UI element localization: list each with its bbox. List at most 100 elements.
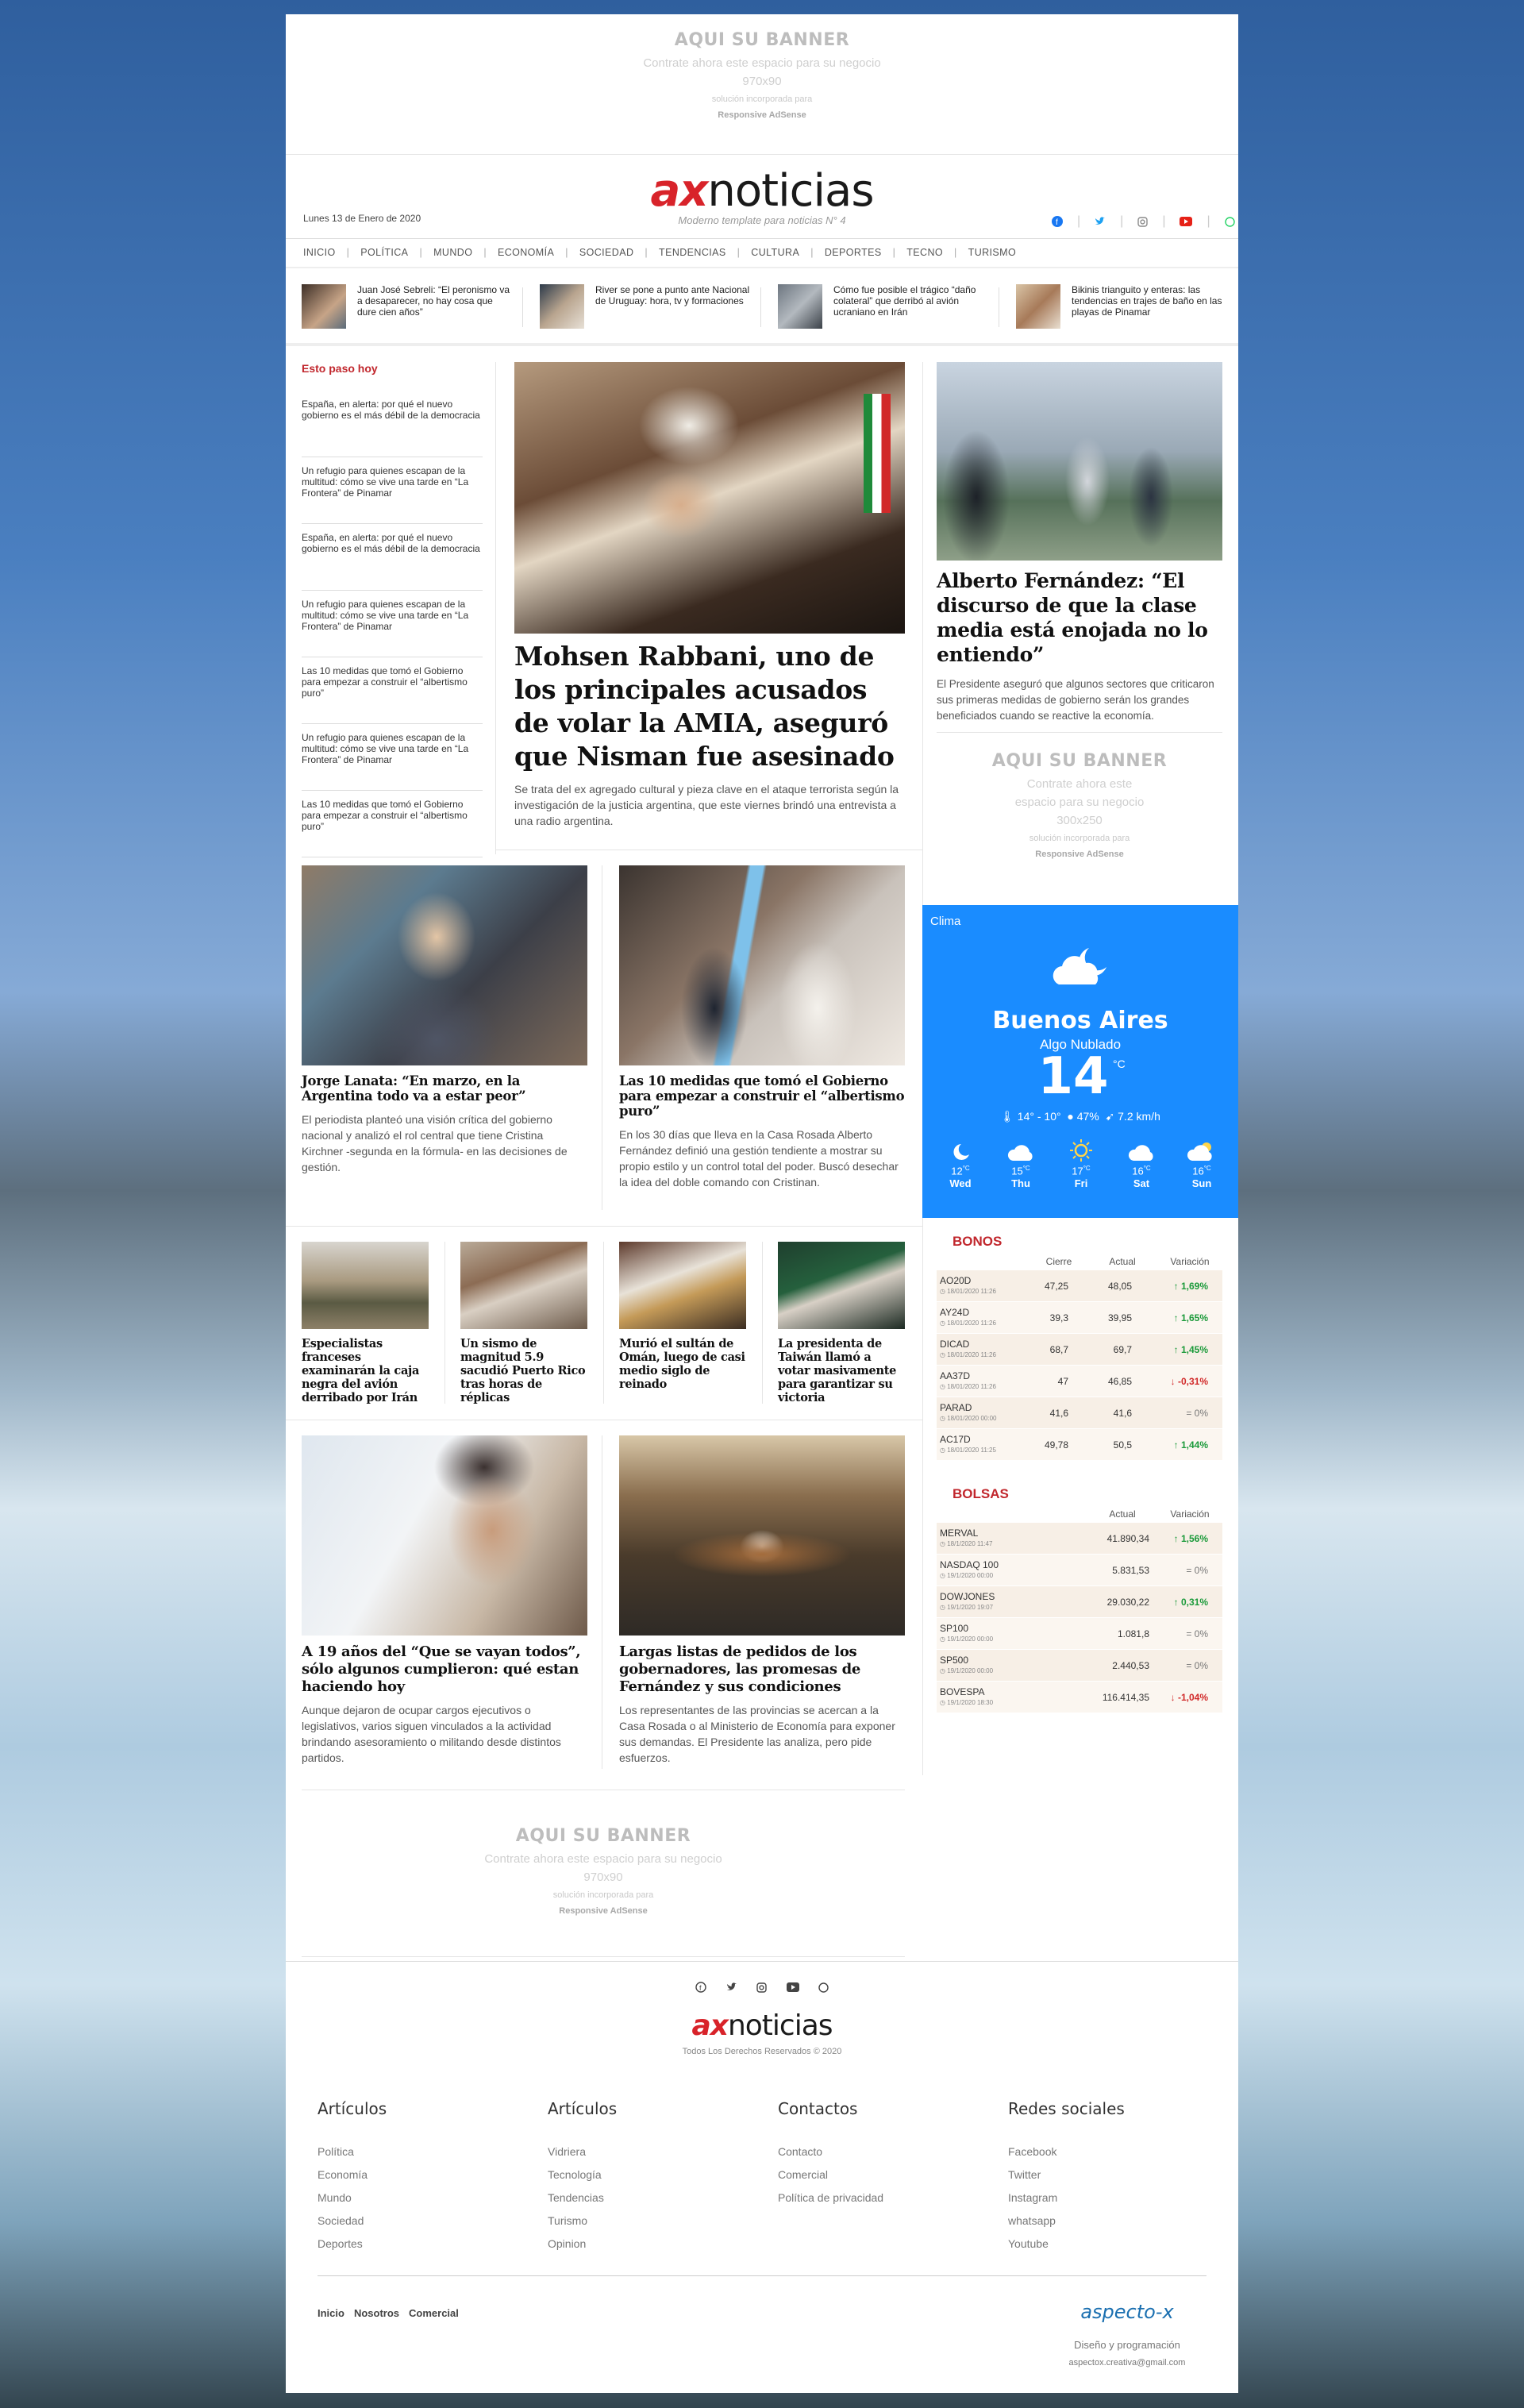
aspecto-x-logo[interactable]: aspecto-x [1048, 2301, 1206, 2323]
bono-row[interactable]: PARAD ◷ 18/01/2020 00:00 41,6 41,6 = 0% [937, 1397, 1222, 1429]
story-card[interactable]: A 19 años del “Que se vayan todos”, sólo… [302, 1421, 587, 1766]
footer-email[interactable]: aspectox.creativa@gmail.com [1048, 2358, 1206, 2368]
youtube-icon[interactable] [786, 1982, 799, 1992]
site-logo[interactable]: axnoticias [643, 165, 881, 218]
footer-link[interactable]: Instagram [1008, 2191, 1057, 2204]
story-title[interactable]: Largas listas de pedidos de los gobernad… [619, 1643, 905, 1696]
footer-link[interactable]: Tendencias [548, 2191, 604, 2204]
nav-item[interactable]: ECONOMÍA [487, 247, 565, 258]
ticker-thumb [302, 284, 346, 329]
story-title[interactable]: Un sismo de magnitud 5.9 sacudió Puerto … [460, 1337, 587, 1404]
footer-link[interactable]: Opinion [548, 2237, 586, 2250]
nav-item[interactable]: CULTURA [740, 247, 810, 258]
story-card[interactable]: Las 10 medidas que tomó el Gobierno para… [619, 865, 905, 1190]
bolsas-table: BOLSAS Actual Variación MERVAL ◷ 18/1/202… [937, 1478, 1222, 1713]
nav-item[interactable]: TURISMO [957, 247, 1027, 258]
footer-link[interactable]: Twitter [1008, 2168, 1041, 2181]
bono-row[interactable]: AO20D ◷ 18/01/2020 11:26 47,25 48,05 ↑ 1,69% [937, 1270, 1222, 1302]
story-title[interactable]: A 19 años del “Que se vayan todos”, sólo… [302, 1643, 587, 1696]
bolsa-row[interactable]: MERVAL ◷ 18/1/2020 11:47 41.890,34 ↑ 1,56% [937, 1523, 1222, 1555]
instagram-icon[interactable] [1137, 216, 1149, 227]
footer-link[interactable]: Vidriera [548, 2145, 586, 2158]
whatsapp-icon[interactable] [1224, 216, 1235, 227]
bono-row[interactable]: AY24D ◷ 18/01/2020 11:26 39,3 39,95 ↑ 1,65% [937, 1302, 1222, 1334]
footer-logo[interactable]: axnoticias [643, 2009, 881, 2044]
sidebar-item[interactable]: España, en alerta: por qué el nuevo gobi… [302, 524, 483, 591]
bono-row[interactable]: DICAD ◷ 18/01/2020 11:26 68,7 69,7 ↑ 1,45% [937, 1334, 1222, 1366]
sidebar-item[interactable]: Un refugio para quienes escapan de la mu… [302, 591, 483, 657]
top-banner[interactable]: AQUI SU BANNER Contrate ahora este espac… [286, 30, 1238, 149]
right-banner[interactable]: AQUI SU BANNER Contrate ahora este espac… [937, 751, 1222, 859]
facebook-icon[interactable]: f [695, 1982, 706, 1993]
story-card[interactable]: Jorge Lanata: “En marzo, en la Argentina… [302, 865, 587, 1175]
story-image [302, 1242, 429, 1329]
footer-link[interactable]: Mundo [318, 2191, 352, 2204]
sidebar-item[interactable]: Un refugio para quienes escapan de la mu… [302, 457, 483, 524]
story-card[interactable]: Largas listas de pedidos de los gobernad… [619, 1421, 905, 1766]
footer-link[interactable]: Sociedad [318, 2214, 364, 2227]
facebook-icon[interactable]: f [1052, 216, 1063, 227]
story-title[interactable]: Murió el sultán de Omán, luego de casi m… [619, 1337, 746, 1391]
sidebar-item[interactable]: Un refugio para quienes escapan de la mu… [302, 724, 483, 791]
nav-item[interactable]: POLÍTICA [349, 247, 419, 258]
bolsa-row[interactable]: DOWJONES ◷ 19/1/2020 19:07 29.030,22 ↑ 0,31… [937, 1586, 1222, 1618]
footer-link[interactable]: whatsapp [1008, 2214, 1056, 2227]
ticker-item[interactable]: River se pone a punto ante Nacional de U… [540, 284, 750, 329]
footer-link[interactable]: Política de privacidad [778, 2191, 883, 2204]
sidebar-item[interactable]: Las 10 medidas que tomó el Gobierno para… [302, 657, 483, 724]
bono-row[interactable]: AC17D ◷ 18/01/2020 11:25 49,78 50,5 ↑ 1,44% [937, 1429, 1222, 1461]
nav-item[interactable]: INICIO [292, 247, 347, 258]
footer-link[interactable]: Contacto [778, 2145, 822, 2158]
twitter-icon[interactable] [726, 1982, 737, 1992]
footer-bottom-link[interactable]: Nosotros [354, 2307, 399, 2319]
sidebar-item[interactable]: España, en alerta: por qué el nuevo gobi… [302, 391, 483, 457]
nav-item[interactable]: TECNO [895, 247, 954, 258]
story-card-small[interactable]: Un sismo de magnitud 5.9 sacudió Puerto … [460, 1226, 587, 1404]
story-card-small[interactable]: Especialistas franceses examinarán la ca… [302, 1226, 429, 1404]
ticker-item[interactable]: Cómo fue posible el trágico “daño colate… [778, 284, 988, 329]
footer-link[interactable]: Política [318, 2145, 354, 2158]
bolsa-actual: 116.414,35 [1102, 1691, 1149, 1703]
ticker-item[interactable]: Bikinis trianguito y enteras: las tenden… [1016, 284, 1226, 329]
footer-bottom-link[interactable]: Comercial [409, 2307, 459, 2319]
story-title[interactable]: La presidenta de Taiwán llamó a votar ma… [778, 1337, 905, 1404]
footer-link[interactable]: Youtube [1008, 2237, 1049, 2250]
ticker-text: Cómo fue posible el trágico “daño colate… [833, 284, 976, 318]
story-card-small[interactable]: La presidenta de Taiwán llamó a votar ma… [778, 1226, 905, 1404]
footer-link[interactable]: Turismo [548, 2214, 587, 2227]
right-story[interactable]: Alberto Fernández: “El discurso de que l… [937, 362, 1222, 724]
header-date: Lunes 13 de Enero de 2020 [303, 213, 421, 224]
story-card-small[interactable]: Murió el sultán de Omán, luego de casi m… [619, 1226, 746, 1391]
bono-row[interactable]: AA37D ◷ 18/01/2020 11:26 47 46,85 ↓ -0,31% [937, 1366, 1222, 1397]
nav-item[interactable]: TENDENCIAS [648, 247, 737, 258]
story-title[interactable]: Jorge Lanata: “En marzo, en la Argentina… [302, 1073, 587, 1104]
bottom-banner[interactable]: AQUI SU BANNER Contrate ahora este espac… [302, 1826, 905, 1916]
right-story-title[interactable]: Alberto Fernández: “El discurso de que l… [937, 568, 1222, 667]
nav-item[interactable]: DEPORTES [814, 247, 893, 258]
col-variacion: Variación [1170, 1256, 1210, 1267]
bolsa-variacion: = 0% [1186, 1659, 1208, 1671]
twitter-icon[interactable] [1095, 217, 1106, 226]
nav-item[interactable]: MUNDO [422, 247, 483, 258]
nav-item[interactable]: SOCIEDAD [568, 247, 645, 258]
main-story[interactable]: Mohsen Rabbani, uno de los principales a… [514, 362, 905, 829]
bolsa-row[interactable]: BOVESPA ◷ 19/1/2020 18:30 116.414,35 ↓ -1,0… [937, 1682, 1222, 1713]
footer-link[interactable]: Tecnología [548, 2168, 602, 2181]
youtube-icon[interactable] [1180, 217, 1193, 226]
footer-link[interactable]: Comercial [778, 2168, 828, 2181]
footer-link[interactable]: Facebook [1008, 2145, 1056, 2158]
footer-link[interactable]: Economía [318, 2168, 368, 2181]
ticker-item[interactable]: Juan José Sebreli: “El peronismo va a de… [302, 284, 512, 329]
wind-icon: ➹ [1105, 1110, 1115, 1123]
whatsapp-icon[interactable] [818, 1982, 829, 1993]
instagram-icon[interactable] [756, 1982, 767, 1993]
footer-link[interactable]: Deportes [318, 2237, 363, 2250]
story-title[interactable]: Las 10 medidas que tomó el Gobierno para… [619, 1073, 905, 1119]
bolsa-row[interactable]: SP100 ◷ 19/1/2020 00:00 1.081,8 = 0% [937, 1618, 1222, 1650]
footer-bottom-link[interactable]: Inicio [318, 2307, 344, 2319]
story-title[interactable]: Especialistas franceses examinarán la ca… [302, 1337, 429, 1404]
main-story-title[interactable]: Mohsen Rabbani, uno de los principales a… [514, 640, 905, 773]
sidebar-item[interactable]: Las 10 medidas que tomó el Gobierno para… [302, 791, 483, 857]
bolsa-row[interactable]: SP500 ◷ 19/1/2020 00:00 2.440,53 = 0% [937, 1650, 1222, 1682]
bolsa-row[interactable]: NASDAQ 100 ◷ 19/1/2020 00:00 5.831,53 = 0% [937, 1555, 1222, 1586]
